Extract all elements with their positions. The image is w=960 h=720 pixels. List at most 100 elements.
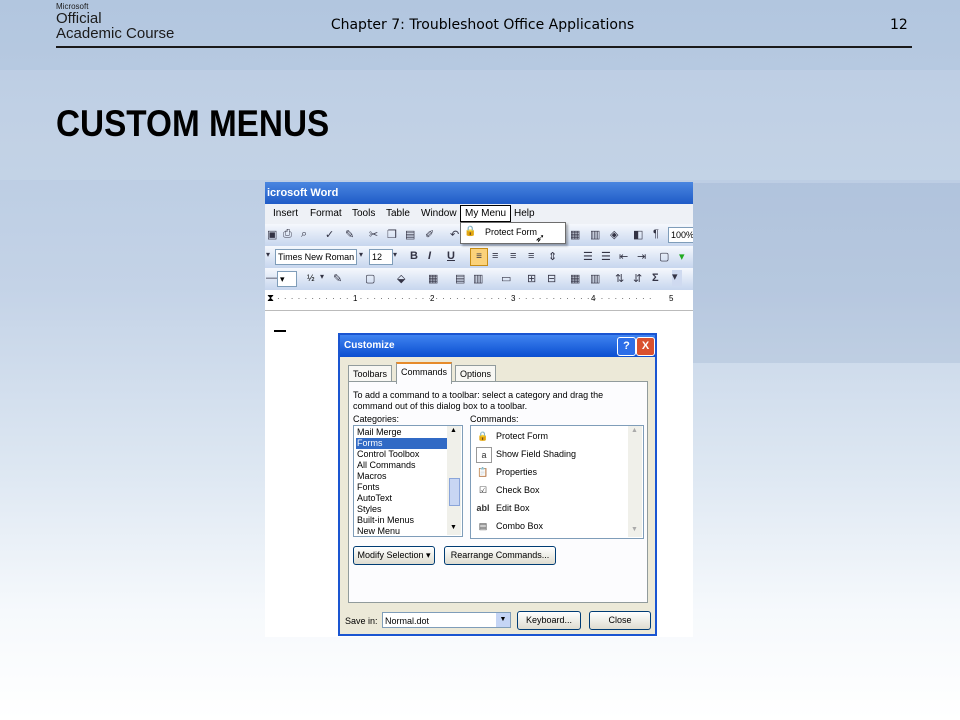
increase-indent-icon[interactable]: ⇥ (637, 250, 646, 263)
list-item[interactable]: Fonts (356, 482, 380, 493)
spelling-icon[interactable]: ✓ (325, 228, 334, 241)
research-icon[interactable]: ✎ (345, 228, 354, 241)
line-weight-arrow-icon[interactable]: ▾ (320, 272, 324, 281)
decrease-indent-icon[interactable]: ⇤ (619, 250, 628, 263)
command-combo-box[interactable]: Combo Box (496, 521, 543, 531)
command-protect-form[interactable]: Protect Form (496, 431, 548, 441)
show-hide-icon[interactable]: ¶ (653, 228, 659, 240)
tab-toolbars[interactable]: Toolbars (348, 365, 393, 382)
undo-icon[interactable]: ↶ (450, 228, 459, 241)
menu-help[interactable]: Help (514, 208, 535, 219)
rearrange-commands-button[interactable]: Rearrange Commands... (444, 546, 556, 565)
categories-scrollbar[interactable]: ▲ ▼ (447, 426, 461, 535)
border-color-icon[interactable]: ✎ (333, 272, 342, 285)
command-properties[interactable]: Properties (496, 467, 537, 477)
close-icon[interactable]: X (636, 337, 655, 356)
outside-border-icon[interactable]: ▢ (365, 272, 375, 285)
menu-my-menu[interactable]: My Menu (460, 205, 512, 222)
line-style-icon[interactable]: — (266, 272, 277, 284)
tab-options[interactable]: Options (455, 365, 497, 382)
sort-ascending-icon[interactable]: ⇅ (615, 272, 624, 285)
justify-icon[interactable]: ≡ (528, 250, 534, 262)
columns-icon[interactable]: ▥ (590, 228, 600, 241)
indent-marker-icon[interactable]: ⧗ (267, 293, 274, 304)
table-icon[interactable]: ▦ (570, 228, 580, 241)
bullets-icon[interactable]: ☰ (601, 250, 611, 263)
drawing-icon[interactable]: ◈ (610, 228, 618, 241)
paste-icon[interactable]: ▤ (405, 228, 415, 241)
zoom-box[interactable]: 100% (668, 227, 693, 243)
save-in-select[interactable]: Normal.dot ▼ (382, 612, 511, 628)
split-cells-icon[interactable]: ▥ (473, 272, 483, 285)
list-item[interactable]: Macros (356, 471, 387, 482)
list-item[interactable]: Built-in Menus (356, 515, 414, 526)
numbering-icon[interactable]: ☰ (583, 250, 593, 263)
word-screenshot: icrosoft Word Insert Format Tools Table … (265, 182, 693, 637)
align-left-icon[interactable]: ≡ (470, 248, 488, 266)
menu-tools[interactable]: Tools (352, 208, 375, 219)
autofit-icon[interactable]: ▥ (590, 272, 600, 285)
table-autoformat-icon[interactable]: ▦ (570, 272, 580, 285)
chevron-down-icon[interactable]: ▼ (496, 613, 510, 627)
line-style-box[interactable]: ▾ (277, 271, 297, 287)
align-right-icon[interactable]: ≡ (510, 250, 516, 262)
list-item[interactable]: Mail Merge (356, 427, 402, 438)
format-painter-icon[interactable]: ✐ (425, 228, 434, 241)
print-preview-icon[interactable]: ⌕ (301, 228, 307, 241)
close-button[interactable]: Close (589, 611, 651, 630)
list-item[interactable]: Styles (356, 504, 382, 515)
font-name-arrow-icon[interactable]: ▾ (359, 250, 363, 259)
font-size-box[interactable]: 12 (369, 249, 393, 265)
list-item[interactable]: Control Toolbox (356, 449, 419, 460)
italic-icon[interactable]: I (428, 250, 431, 262)
border-icon[interactable]: ▢ (659, 250, 669, 263)
scroll-up-icon[interactable]: ▲ (450, 427, 457, 434)
scroll-down-icon[interactable]: ▼ (450, 524, 457, 531)
style-dropdown-arrow-icon[interactable]: ▾ (266, 250, 270, 259)
distribute-columns-icon[interactable]: ⊟ (547, 272, 556, 285)
font-name-box[interactable]: Times New Roman (275, 249, 357, 265)
list-item[interactable]: AutoText (356, 493, 392, 504)
underline-icon[interactable]: U (447, 250, 455, 262)
merge-cells-icon[interactable]: ▤ (455, 272, 465, 285)
distribute-rows-icon[interactable]: ⊞ (527, 272, 536, 285)
modify-selection-button[interactable]: Modify Selection ▾ (353, 546, 435, 565)
menu-format[interactable]: Format (310, 208, 342, 219)
list-item[interactable]: New Menu (356, 526, 400, 536)
align-center-icon[interactable]: ≡ (492, 250, 498, 262)
commands-listbox[interactable]: 🔒 Protect Form a Show Field Shading 📋 Pr… (470, 425, 644, 539)
command-show-field-shading[interactable]: Show Field Shading (496, 449, 576, 459)
font-size-arrow-icon[interactable]: ▾ (393, 250, 397, 259)
highlight-icon[interactable]: ▾ (679, 250, 685, 263)
menu-window[interactable]: Window (421, 208, 457, 219)
document-map-icon[interactable]: ◧ (633, 228, 643, 241)
command-check-box[interactable]: Check Box (496, 485, 540, 495)
dropdown-item-protect-form[interactable]: Protect Form (485, 227, 537, 237)
bold-icon[interactable]: B (410, 250, 418, 262)
shading-icon[interactable]: ⬙ (397, 272, 405, 285)
print-icon[interactable]: ⎙ (283, 228, 292, 241)
insert-table-icon[interactable]: ▦ (428, 272, 438, 285)
menu-table[interactable]: Table (386, 208, 410, 219)
copy-icon[interactable]: ❐ (387, 228, 397, 241)
sort-descending-icon[interactable]: ⇵ (633, 272, 642, 285)
cut-icon[interactable]: ✂ (369, 228, 378, 241)
commands-scrollbar[interactable]: ▲ ▼ (628, 426, 642, 537)
keyboard-button[interactable]: Keyboard... (517, 611, 581, 630)
tab-commands[interactable]: Commands (396, 362, 453, 384)
scroll-up-icon[interactable]: ▲ (631, 427, 638, 434)
line-weight-label[interactable]: ½ (307, 273, 315, 283)
command-edit-box[interactable]: Edit Box (496, 503, 530, 513)
align-cell-icon[interactable]: ▭ (501, 272, 511, 285)
scroll-down-icon[interactable]: ▼ (631, 526, 638, 533)
categories-listbox[interactable]: Mail Merge Forms Control Toolbox All Com… (353, 425, 463, 537)
menu-insert[interactable]: Insert (273, 208, 298, 219)
line-spacing-icon[interactable]: ⇕ (548, 250, 557, 263)
scroll-thumb[interactable] (449, 478, 460, 506)
autosum-icon[interactable]: Σ (652, 272, 659, 284)
help-button[interactable]: ? (617, 337, 636, 356)
list-item-selected[interactable]: Forms (356, 438, 447, 449)
save-icon[interactable]: ▣ (267, 228, 277, 241)
toolbar-options-icon[interactable]: ▾ (672, 270, 682, 286)
list-item[interactable]: All Commands (356, 460, 416, 471)
